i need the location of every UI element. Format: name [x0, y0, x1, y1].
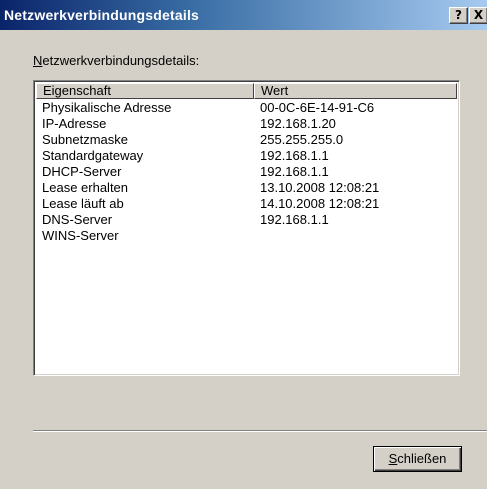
- property-cell: Lease erhalten: [42, 180, 129, 195]
- details-label-accelerator: N: [33, 53, 43, 68]
- table-row[interactable]: Subnetzmaske 255.255.255.0: [36, 132, 457, 148]
- table-row[interactable]: DNS-Server 192.168.1.1: [36, 212, 457, 228]
- property-cell: DNS-Server: [42, 212, 113, 227]
- property-cell: DHCP-Server: [42, 164, 122, 179]
- table-row[interactable]: Lease erhalten 13.10.2008 12:08:21: [36, 180, 457, 196]
- property-cell: Physikalische Adresse: [42, 100, 172, 115]
- value-cell: 14.10.2008 12:08:21: [260, 196, 380, 211]
- table-row[interactable]: IP-Adresse 192.168.1.20: [36, 116, 457, 132]
- value-cell: 192.168.1.1: [260, 164, 329, 179]
- value-cell: 192.168.1.20: [260, 116, 336, 131]
- details-label-text: etzwerkverbindungsdetails:: [42, 53, 200, 68]
- table-row[interactable]: DHCP-Server 192.168.1.1: [36, 164, 457, 180]
- value-cell: 192.168.1.1: [260, 148, 329, 163]
- details-list-view[interactable]: Eigenschaft Wert Physikalische Adresse 0…: [33, 80, 460, 376]
- table-row[interactable]: Standardgateway 192.168.1.1: [36, 148, 457, 164]
- details-group-label: Netzwerkverbindungsdetails:: [33, 53, 199, 68]
- value-cell: 192.168.1.1: [260, 212, 329, 227]
- column-header-value[interactable]: Wert: [254, 83, 457, 99]
- column-header-property[interactable]: Eigenschaft: [36, 83, 254, 99]
- value-cell: [254, 228, 457, 244]
- property-cell: Standardgateway: [42, 148, 144, 163]
- window-title: Netzwerkverbindungsdetails: [4, 7, 200, 23]
- close-window-button[interactable]: X: [469, 7, 487, 24]
- value-cell: 00-0C-6E-14-91-C6: [260, 100, 375, 115]
- table-row[interactable]: Lease läuft ab 14.10.2008 12:08:21: [36, 196, 457, 212]
- table-row[interactable]: Physikalische Adresse 00-0C-6E-14-91-C6: [36, 100, 457, 116]
- property-cell: Subnetzmaske: [42, 132, 128, 147]
- separator-line: [33, 430, 487, 432]
- table-row[interactable]: WINS-Server: [36, 228, 457, 244]
- value-cell: 255.255.255.0: [260, 132, 344, 147]
- property-cell: Lease läuft ab: [42, 196, 124, 211]
- close-button-accelerator: S: [388, 451, 398, 466]
- title-bar[interactable]: Netzwerkverbindungsdetails ? X: [0, 0, 487, 30]
- close-button-label: chließen: [397, 451, 447, 466]
- property-cell: IP-Adresse: [42, 116, 107, 131]
- network-details-dialog: Netzwerkverbindungsdetails ? X Netzwerkv…: [0, 0, 487, 489]
- value-cell: 13.10.2008 12:08:21: [260, 180, 380, 195]
- list-body: Physikalische Adresse 00-0C-6E-14-91-C6 …: [36, 100, 457, 244]
- list-header: Eigenschaft Wert: [36, 83, 457, 99]
- close-button[interactable]: Schließen: [373, 446, 462, 472]
- help-button[interactable]: ?: [449, 7, 468, 24]
- property-cell: WINS-Server: [42, 228, 119, 243]
